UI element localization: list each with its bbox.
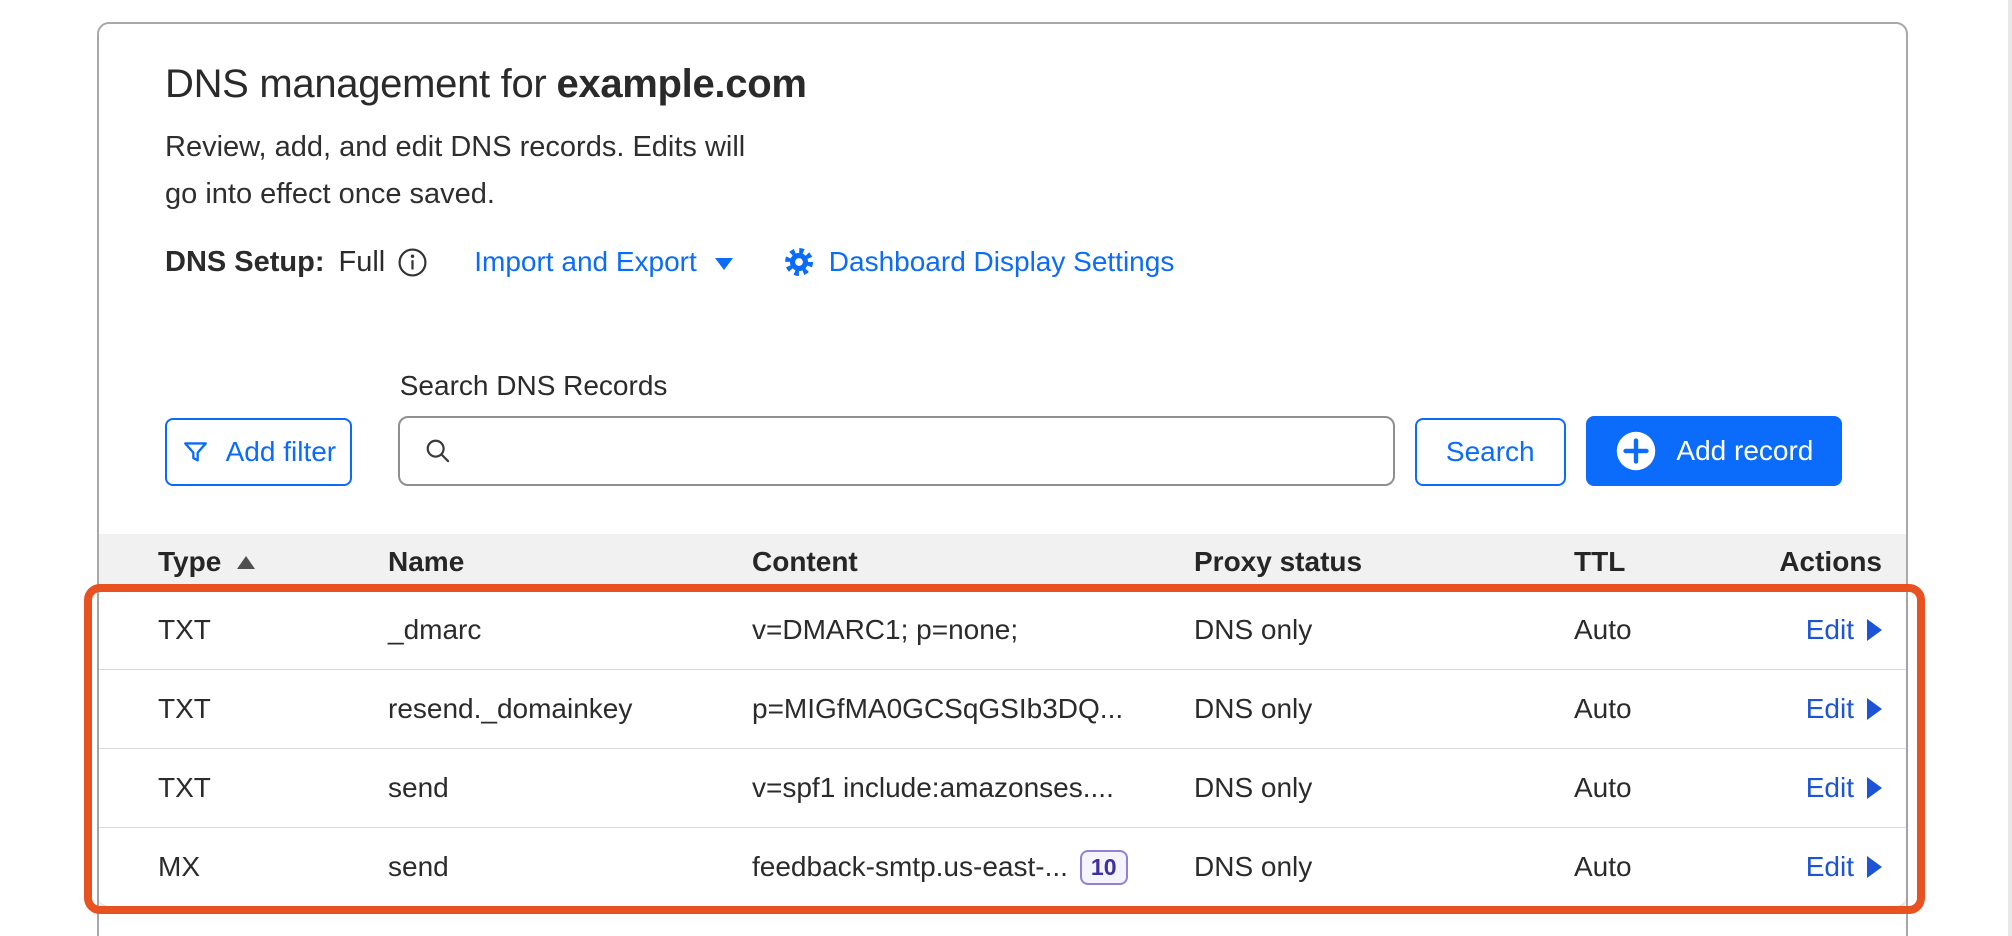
subtitle-line-1: Review, add, and edit DNS records. Edits… bbox=[165, 124, 1842, 171]
column-header-type-label: Type bbox=[158, 546, 221, 578]
record-name: send bbox=[388, 772, 752, 804]
page-subtitle: Review, add, and edit DNS records. Edits… bbox=[165, 124, 1842, 218]
add-filter-button[interactable]: Add filter bbox=[165, 418, 352, 486]
sort-ascending-icon bbox=[237, 556, 255, 569]
record-proxy-status: DNS only bbox=[1194, 614, 1574, 646]
info-circle-icon[interactable] bbox=[397, 247, 428, 278]
page-edge-divider bbox=[2008, 0, 2012, 936]
dns-setup-label: DNS Setup: bbox=[165, 246, 325, 279]
record-type: TXT bbox=[99, 614, 388, 646]
search-button-label: Search bbox=[1446, 436, 1535, 468]
record-ttl: Auto bbox=[1574, 693, 1770, 725]
chevron-down-icon bbox=[715, 258, 733, 270]
dns-toolbar: Add filter Search DNS Records Search bbox=[165, 370, 1842, 486]
chevron-right-icon bbox=[1867, 619, 1882, 641]
dns-setup-row: DNS Setup: Full Import and Export bbox=[165, 240, 1842, 284]
record-name: resend._domainkey bbox=[388, 693, 752, 725]
edit-label: Edit bbox=[1806, 693, 1854, 725]
search-field-group: Search DNS Records bbox=[398, 370, 1395, 486]
filter-funnel-icon bbox=[181, 438, 210, 467]
table-row: MX send feedback-smtp.us-east-... 10 DNS… bbox=[99, 827, 1906, 906]
record-type: MX bbox=[99, 851, 388, 883]
chevron-right-icon bbox=[1867, 856, 1882, 878]
record-content: v=spf1 include:amazonses.... bbox=[752, 772, 1194, 804]
chevron-right-icon bbox=[1867, 777, 1882, 799]
dashboard-display-settings-link[interactable]: Dashboard Display Settings bbox=[783, 246, 1175, 278]
search-button[interactable]: Search bbox=[1415, 418, 1566, 486]
add-record-button[interactable]: Add record bbox=[1586, 416, 1842, 486]
record-ttl: Auto bbox=[1574, 851, 1770, 883]
table-row: TXT resend._domainkey p=MIGfMA0GCSqGSIb3… bbox=[99, 669, 1906, 748]
page-title-prefix: DNS management for bbox=[165, 62, 546, 106]
record-ttl: Auto bbox=[1574, 614, 1770, 646]
column-header-content: Content bbox=[752, 546, 1194, 578]
column-header-actions: Actions bbox=[1770, 546, 1906, 578]
edit-record-button[interactable]: Edit bbox=[1806, 614, 1882, 646]
plus-circle-icon bbox=[1614, 429, 1658, 473]
record-content: p=MIGfMA0GCSqGSIb3DQ... bbox=[752, 693, 1194, 725]
add-record-label: Add record bbox=[1676, 435, 1813, 467]
edit-record-button[interactable]: Edit bbox=[1806, 772, 1882, 804]
search-field-label: Search DNS Records bbox=[398, 370, 1395, 402]
dns-management-card: DNS management forexample.com Review, ad… bbox=[97, 22, 1908, 936]
domain-name: example.com bbox=[556, 62, 806, 106]
dashboard-display-settings-label: Dashboard Display Settings bbox=[829, 246, 1175, 278]
edit-record-button[interactable]: Edit bbox=[1806, 693, 1882, 725]
magnifier-icon bbox=[424, 437, 452, 465]
search-input[interactable] bbox=[470, 435, 1373, 467]
mx-priority-badge: 10 bbox=[1080, 850, 1128, 885]
record-type: TXT bbox=[99, 772, 388, 804]
subtitle-line-2: go into effect once saved. bbox=[165, 171, 1842, 218]
record-content: feedback-smtp.us-east-... bbox=[752, 851, 1068, 883]
import-export-link[interactable]: Import and Export bbox=[474, 246, 733, 278]
search-input-container bbox=[398, 416, 1395, 486]
add-filter-label: Add filter bbox=[226, 436, 337, 468]
edit-label: Edit bbox=[1806, 614, 1854, 646]
page-title: DNS management forexample.com bbox=[165, 60, 1842, 108]
dns-setup-value: Full bbox=[339, 246, 386, 279]
table-row: TXT send v=spf1 include:amazonses.... DN… bbox=[99, 748, 1906, 827]
edit-label: Edit bbox=[1806, 851, 1854, 883]
record-type: TXT bbox=[99, 693, 388, 725]
record-proxy-status: DNS only bbox=[1194, 693, 1574, 725]
dns-records-table: Type Name Content Proxy status TTL Actio… bbox=[99, 534, 1906, 906]
edit-label: Edit bbox=[1806, 772, 1854, 804]
import-export-label: Import and Export bbox=[474, 246, 697, 278]
chevron-right-icon bbox=[1867, 698, 1882, 720]
record-proxy-status: DNS only bbox=[1194, 772, 1574, 804]
record-name: _dmarc bbox=[388, 614, 752, 646]
table-header-row: Type Name Content Proxy status TTL Actio… bbox=[99, 534, 1906, 590]
record-proxy-status: DNS only bbox=[1194, 851, 1574, 883]
record-content: v=DMARC1; p=none; bbox=[752, 614, 1194, 646]
gear-icon bbox=[783, 246, 815, 278]
edit-record-button[interactable]: Edit bbox=[1806, 851, 1882, 883]
column-header-ttl: TTL bbox=[1574, 546, 1770, 578]
column-header-name: Name bbox=[388, 546, 752, 578]
table-body: TXT _dmarc v=DMARC1; p=none; DNS only Au… bbox=[99, 590, 1906, 906]
column-header-proxy-status: Proxy status bbox=[1194, 546, 1574, 578]
record-ttl: Auto bbox=[1574, 772, 1770, 804]
column-header-type[interactable]: Type bbox=[99, 546, 388, 578]
table-row: TXT _dmarc v=DMARC1; p=none; DNS only Au… bbox=[99, 590, 1906, 669]
record-name: send bbox=[388, 851, 752, 883]
